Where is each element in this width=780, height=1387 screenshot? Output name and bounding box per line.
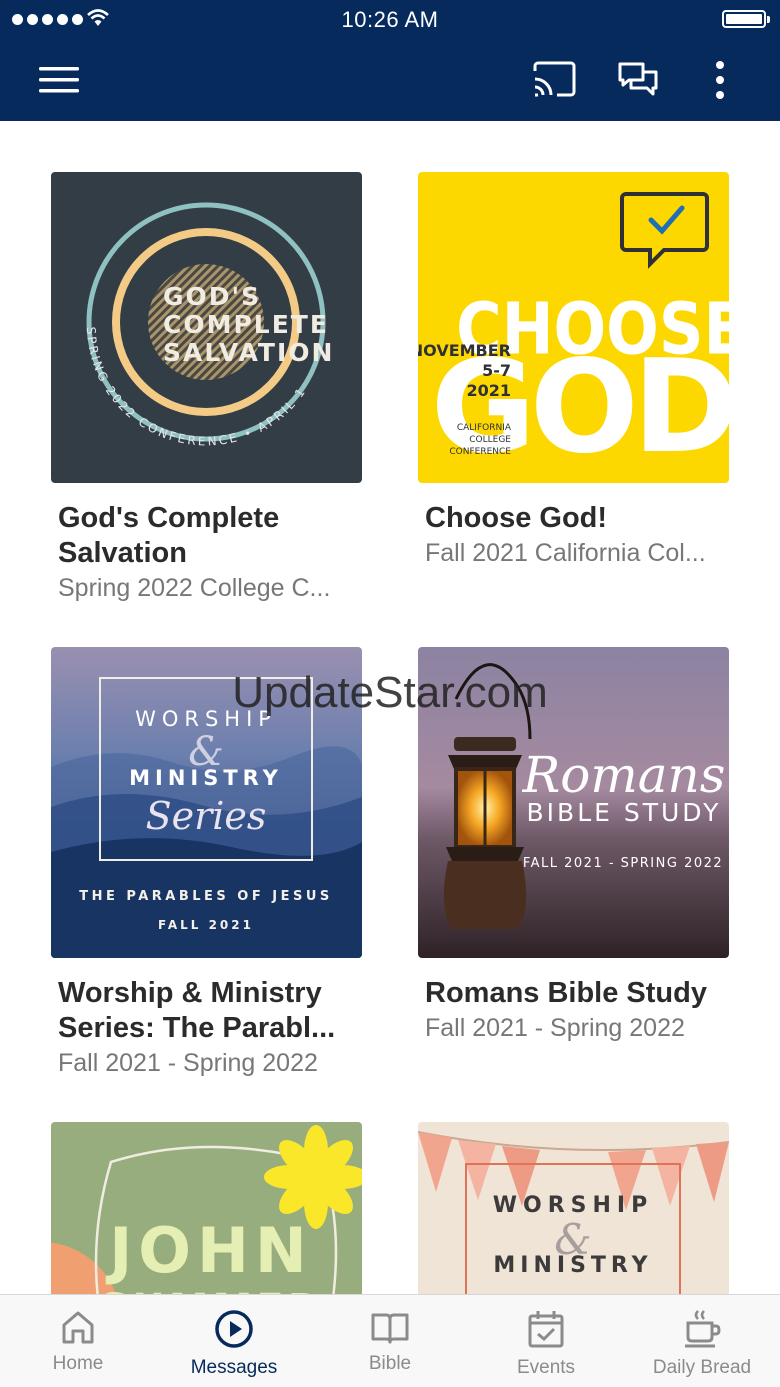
play-circle-icon bbox=[215, 1310, 253, 1348]
art-date2: 5-7 bbox=[482, 361, 511, 380]
tab-label: Home bbox=[52, 1353, 104, 1374]
tab-events[interactable]: Events bbox=[468, 1295, 624, 1387]
art-line1: GOD'S bbox=[163, 282, 261, 311]
bottom-nav: Home Messages Bible Events Daily Bread bbox=[0, 1294, 780, 1387]
art-date1: NOVEMBER bbox=[418, 341, 511, 360]
art-line3: SALVATION bbox=[163, 338, 334, 367]
message-card[interactable]: GOD'S COMPLETE SALVATION SPRING 2022 CON… bbox=[51, 172, 362, 605]
art-season: FALL 2021 bbox=[158, 918, 254, 932]
book-icon bbox=[371, 1313, 409, 1344]
art-season: FALL 2021 - SPRING 2022 bbox=[523, 856, 723, 871]
app-header: 10:26 AM bbox=[0, 0, 780, 121]
card-subtitle: Spring 2022 College C... bbox=[58, 574, 331, 602]
art-org3: CONFERENCE bbox=[449, 447, 511, 457]
art-sub: THE PARABLES OF JESUS bbox=[79, 889, 333, 904]
cast-icon bbox=[533, 61, 576, 97]
card-title: Worship & Ministry Series: The Parabl... bbox=[58, 977, 336, 1044]
menu-button[interactable] bbox=[35, 56, 83, 104]
tab-label: Messages bbox=[190, 1357, 278, 1378]
art-script: Series bbox=[146, 794, 267, 838]
calendar-check-icon bbox=[528, 1311, 564, 1348]
cast-button[interactable] bbox=[530, 56, 578, 104]
card-title: Romans Bible Study bbox=[425, 977, 707, 1009]
art-script: Romans bbox=[522, 746, 726, 804]
art-w2: MINISTRY bbox=[129, 766, 283, 790]
status-time: 10:26 AM bbox=[341, 7, 439, 32]
tab-label: Bible bbox=[368, 1353, 412, 1374]
art-w2: MINISTRY bbox=[493, 1253, 652, 1278]
series-artwork: CHOOSE GOD! NOVEMBER 5-7 2021 CALIFORNIA… bbox=[418, 172, 729, 483]
art-org1: CALIFORNIA bbox=[457, 423, 512, 433]
card-title: God's Complete Salvation bbox=[58, 502, 280, 569]
card-title: Choose God! bbox=[425, 502, 608, 534]
art-date3: 2021 bbox=[466, 381, 511, 400]
tab-messages[interactable]: Messages bbox=[156, 1295, 312, 1387]
status-bar: 10:26 AM bbox=[0, 0, 780, 40]
tab-label: Daily Bread bbox=[652, 1357, 752, 1378]
card-subtitle: Fall 2021 - Spring 2022 bbox=[425, 1014, 685, 1042]
art-line1: JOHN bbox=[105, 1214, 313, 1287]
art-line: BIBLE STUDY bbox=[527, 798, 722, 827]
battery-icon bbox=[722, 10, 770, 28]
series-artwork: GOD'S COMPLETE SALVATION SPRING 2022 CON… bbox=[51, 172, 362, 483]
art-org2: COLLEGE bbox=[469, 435, 511, 445]
more-options-button[interactable] bbox=[696, 56, 744, 104]
card-subtitle: Fall 2021 California Col... bbox=[425, 539, 706, 567]
tab-home[interactable]: Home bbox=[0, 1295, 156, 1387]
watermark: UpdateStar.com bbox=[232, 668, 548, 717]
chat-bubbles-icon bbox=[618, 62, 658, 96]
chat-button[interactable] bbox=[614, 56, 662, 104]
tab-label: Events bbox=[516, 1357, 576, 1378]
home-icon bbox=[62, 1311, 94, 1344]
message-card[interactable]: CHOOSE GOD! NOVEMBER 5-7 2021 CALIFORNIA… bbox=[418, 172, 729, 570]
card-subtitle: Fall 2021 - Spring 2022 bbox=[58, 1049, 318, 1077]
art-line2: COMPLETE bbox=[163, 310, 329, 339]
hamburger-icon bbox=[39, 67, 79, 93]
tab-daily-bread[interactable]: Daily Bread bbox=[624, 1295, 780, 1387]
coffee-cup-icon bbox=[685, 1310, 721, 1348]
more-vertical-icon bbox=[716, 61, 724, 99]
tab-bible[interactable]: Bible bbox=[312, 1295, 468, 1387]
